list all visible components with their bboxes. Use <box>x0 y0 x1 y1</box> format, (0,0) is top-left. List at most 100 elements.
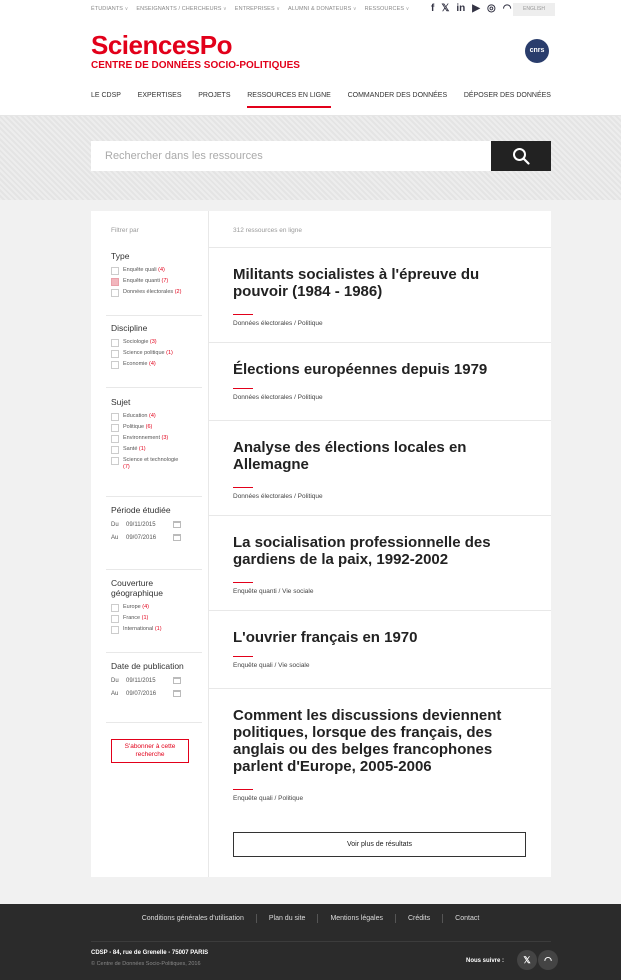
checkbox-checked[interactable] <box>111 278 119 286</box>
date-to-value[interactable]: 09/07/2016 <box>126 691 168 697</box>
twitter-icon[interactable]: 𝕏 <box>441 3 449 15</box>
checkbox[interactable] <box>111 267 119 275</box>
result-title[interactable]: Comment les discussions deviennent polit… <box>233 707 533 775</box>
result-meta: Données électorales / Politique <box>233 493 323 500</box>
calendar-icon[interactable] <box>173 521 181 528</box>
sciencespo-logo[interactable]: SciencesPo <box>91 31 232 59</box>
linkedin-icon[interactable]: in <box>456 3 465 15</box>
nav-le-cdsp[interactable]: LE CDSP <box>91 92 121 108</box>
search-button[interactable] <box>491 141 551 171</box>
nav-ressources-en-ligne[interactable]: RESSOURCES EN LIGNE <box>247 92 331 108</box>
result-item[interactable]: Analyse des élections locales en Allemag… <box>233 439 533 500</box>
result-accent <box>233 487 253 488</box>
result-title[interactable]: Élections européennes depuis 1979 <box>233 361 533 378</box>
filter-option[interactable]: Politique (6) <box>111 424 201 432</box>
site-header: SciencesPo CENTRE DE DONNÉES SOCIO-POLIT… <box>0 20 621 116</box>
checkbox[interactable] <box>111 361 119 369</box>
results-count: 312 ressources en ligne <box>233 227 303 234</box>
checkbox[interactable] <box>111 626 119 634</box>
checkbox[interactable] <box>111 350 119 358</box>
filter-divider <box>106 722 202 723</box>
result-item[interactable]: Militants socialistes à l'épreuve du pou… <box>233 266 533 327</box>
filter-option[interactable]: International (1) <box>111 626 201 634</box>
footer-address: CDSP - 84, rue de Grenelle - 75007 PARIS <box>91 950 209 956</box>
result-title[interactable]: Analyse des élections locales en Allemag… <box>233 439 533 473</box>
result-title[interactable]: L'ouvrier français en 1970 <box>233 629 533 646</box>
checkbox[interactable] <box>111 413 119 421</box>
footer-link-plan[interactable]: Plan du site <box>255 914 318 923</box>
filter-option[interactable]: Environnement (3) <box>111 435 201 443</box>
result-divider <box>209 688 551 689</box>
result-item[interactable]: La socialisation professionnelle des gar… <box>233 534 533 595</box>
checkbox[interactable] <box>111 457 119 465</box>
date-from-value[interactable]: 09/11/2015 <box>126 522 168 528</box>
cnrs-logo[interactable]: cnrs <box>525 39 549 63</box>
audience-link-enseignants[interactable]: ENSEIGNANTS / CHERCHEURS <box>136 6 226 12</box>
nav-projets[interactable]: PROJETS <box>198 92 230 108</box>
audience-link-ressources[interactable]: RESSOURCES <box>365 6 410 12</box>
calendar-icon[interactable] <box>173 690 181 697</box>
more-results-button[interactable]: Voir plus de résultats <box>233 832 526 857</box>
twitter-icon[interactable]: 𝕏 <box>517 950 537 970</box>
nav-deposer-des-donnees[interactable]: DÉPOSER DES DONNÉES <box>464 92 551 108</box>
footer-link-contact[interactable]: Contact <box>442 914 491 923</box>
instagram-icon[interactable]: ◎ <box>487 3 496 15</box>
checkbox[interactable] <box>111 289 119 297</box>
audience-link-etudiants[interactable]: ÉTUDIANTS <box>91 6 128 12</box>
result-item[interactable]: Comment les discussions deviennent polit… <box>233 707 533 802</box>
search-input[interactable] <box>91 141 491 171</box>
filter-option[interactable]: Europe (4) <box>111 604 201 612</box>
filter-option[interactable]: Sociologie (3) <box>111 339 201 347</box>
facebook-icon[interactable]: f <box>431 3 434 15</box>
results-list: 312 ressources en ligne Militants social… <box>209 211 551 877</box>
checkbox[interactable] <box>111 424 119 432</box>
filter-type-title: Type <box>111 251 130 261</box>
calendar-icon[interactable] <box>173 534 181 541</box>
result-divider <box>209 420 551 421</box>
date-to-row[interactable]: Au 09/07/2016 <box>111 690 201 697</box>
date-from-row[interactable]: Du 09/11/2015 <box>111 677 201 684</box>
footer-link-mentions[interactable]: Mentions légales <box>317 914 395 923</box>
nav-commander-des-donnees[interactable]: COMMANDER DES DONNÉES <box>348 92 448 108</box>
filter-option[interactable]: Economie (4) <box>111 361 201 369</box>
filter-option[interactable]: Enquête quali (4) <box>111 267 201 275</box>
language-switch[interactable]: ENGLISH <box>513 3 555 16</box>
date-from-row[interactable]: Du 09/11/2015 <box>111 521 201 528</box>
checkbox[interactable] <box>111 435 119 443</box>
rss-icon[interactable]: ◠ <box>503 3 512 15</box>
result-item[interactable]: L'ouvrier français en 1970 Enquête quali… <box>233 629 533 669</box>
result-accent <box>233 314 253 315</box>
result-item[interactable]: Élections européennes depuis 1979 Donnée… <box>233 361 533 401</box>
filter-option[interactable]: Education (4) <box>111 413 201 421</box>
result-divider <box>209 342 551 343</box>
date-to-value[interactable]: 09/07/2016 <box>126 535 168 541</box>
site-footer: Conditions générales d'utilisation Plan … <box>0 904 621 980</box>
audience-links: ÉTUDIANTS ENSEIGNANTS / CHERCHEURS ENTRE… <box>91 6 409 12</box>
date-to-row[interactable]: Au 09/07/2016 <box>111 534 201 541</box>
filter-option[interactable]: Données électorales (2) <box>111 289 201 297</box>
filter-option[interactable]: Santé (1) <box>111 446 201 454</box>
result-title[interactable]: La socialisation professionnelle des gar… <box>233 534 533 568</box>
rss-icon[interactable]: ◠ <box>538 950 558 970</box>
checkbox[interactable] <box>111 604 119 612</box>
calendar-icon[interactable] <box>173 677 181 684</box>
filter-divider <box>106 387 202 388</box>
youtube-icon[interactable]: ▶ <box>472 3 480 15</box>
filter-option[interactable]: Science politique (1) <box>111 350 201 358</box>
filter-option[interactable]: Science et technologie (7) <box>111 457 201 471</box>
nav-expertises[interactable]: EXPERTISES <box>138 92 182 108</box>
subscribe-search-button[interactable]: S'abonner à cette recherche <box>111 739 189 763</box>
result-meta: Enquête quali / Vie sociale <box>233 662 310 669</box>
footer-link-credits[interactable]: Crédits <box>394 914 442 923</box>
footer-link-cgu[interactable]: Conditions générales d'utilisation <box>130 914 256 923</box>
filter-option[interactable]: Enquête quanti (7) <box>111 278 201 286</box>
result-title[interactable]: Militants socialistes à l'épreuve du pou… <box>233 266 533 300</box>
audience-link-alumni[interactable]: ALUMNI & DONATEURS <box>288 6 357 12</box>
checkbox[interactable] <box>111 446 119 454</box>
checkbox[interactable] <box>111 615 119 623</box>
filter-option[interactable]: France (1) <box>111 615 201 623</box>
footer-copyright: © Centre de Données Socio-Politiques, 20… <box>91 961 201 967</box>
checkbox[interactable] <box>111 339 119 347</box>
audience-link-entreprises[interactable]: ENTREPRISES <box>235 6 280 12</box>
date-from-value[interactable]: 09/11/2015 <box>126 678 168 684</box>
